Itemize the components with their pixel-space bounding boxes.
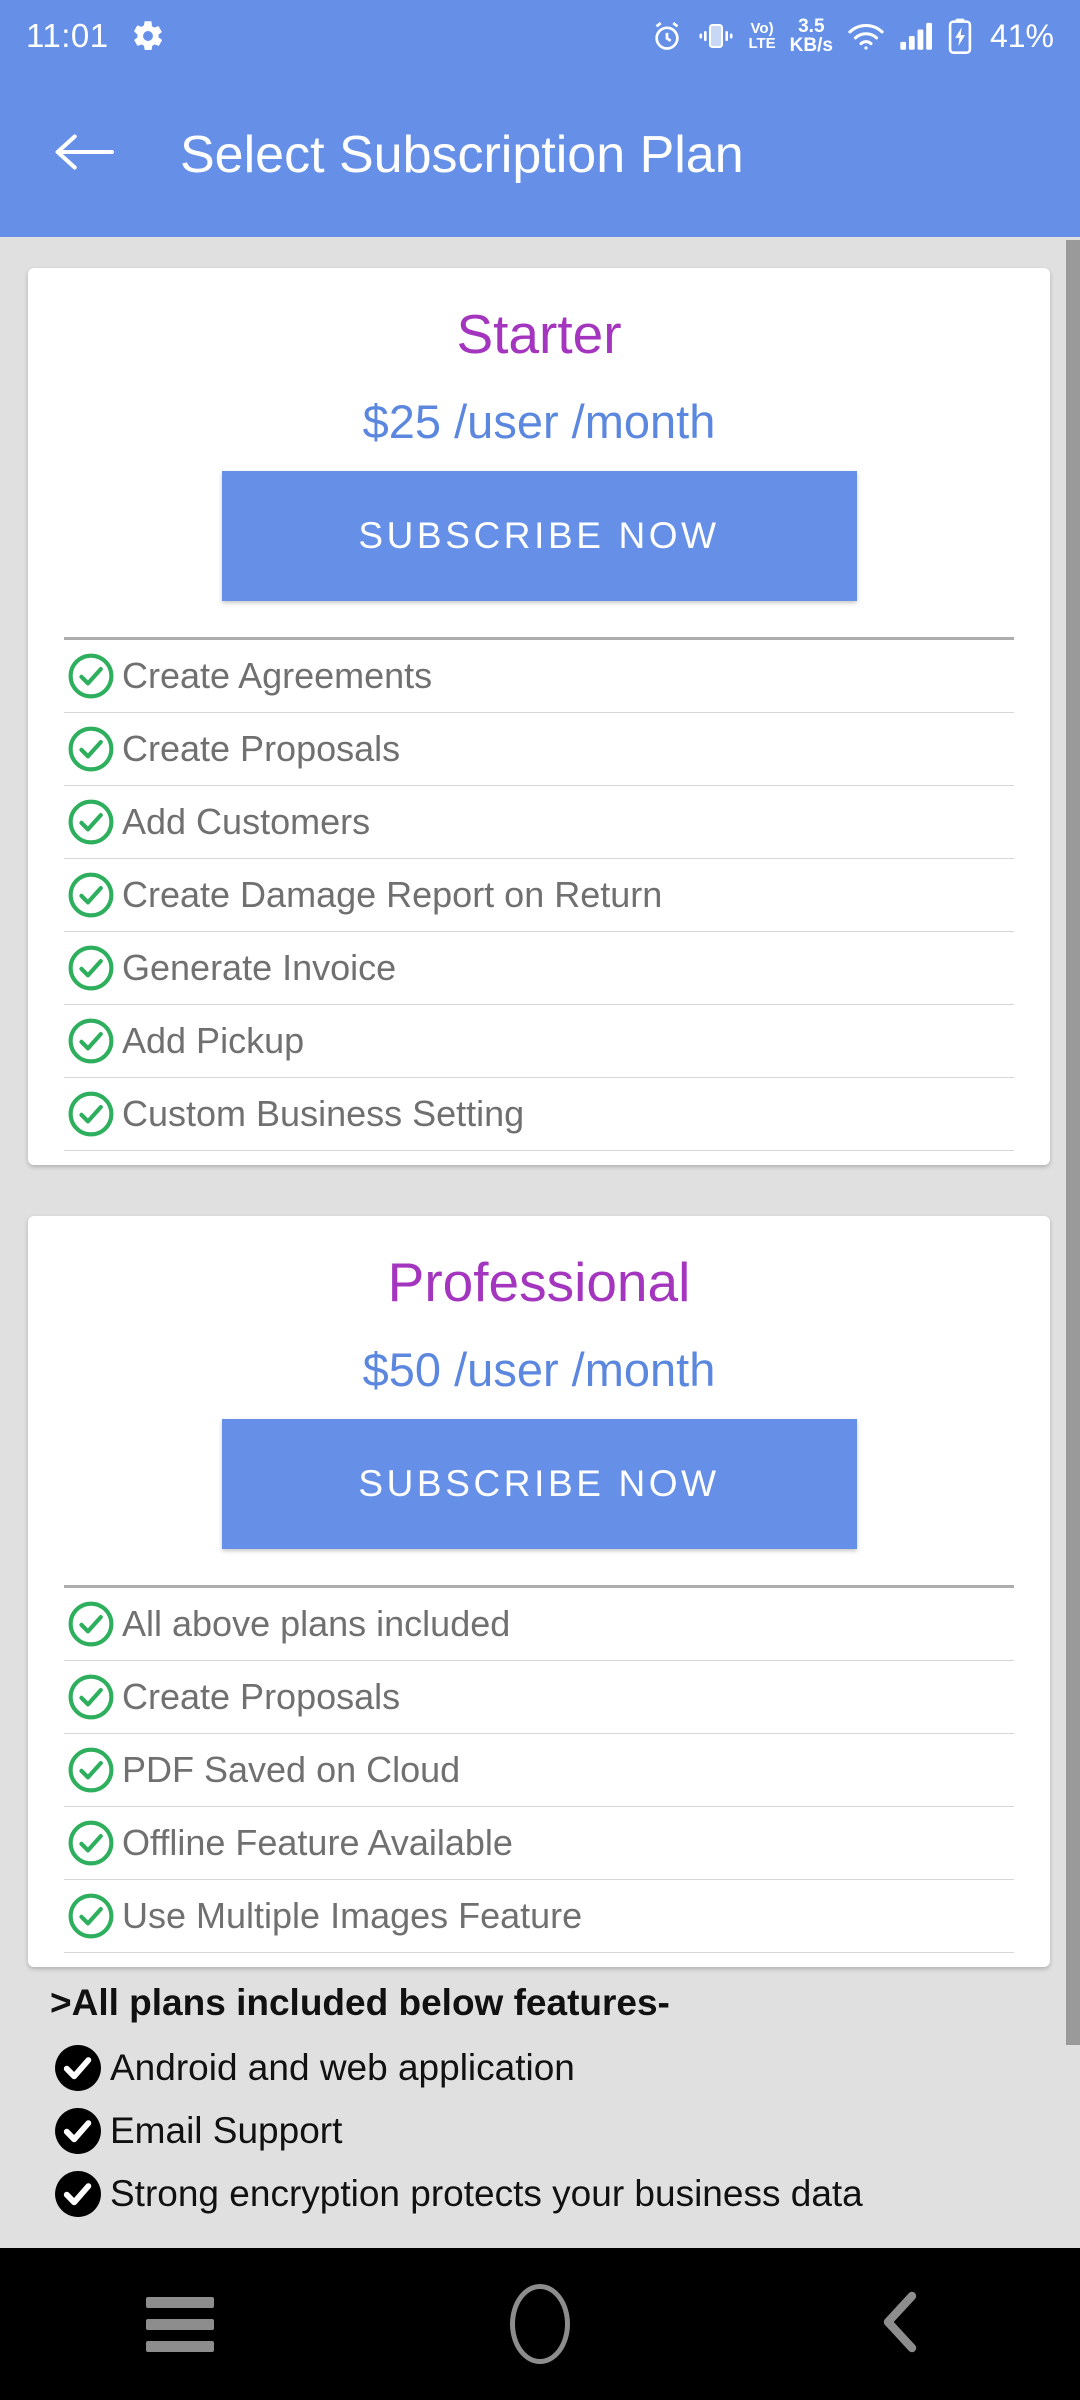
subscribe-button-wrap: SUBSCRIBE NOW bbox=[28, 1397, 1050, 1549]
system-nav-bar bbox=[0, 2248, 1080, 2400]
plan-title: Professional bbox=[387, 1251, 691, 1313]
wifi-icon bbox=[847, 21, 885, 51]
feature-label: Use Multiple Images Feature bbox=[122, 1895, 583, 1936]
volte-top-text: Vo) bbox=[750, 20, 774, 37]
feature-label: Add Pickup bbox=[122, 1020, 305, 1061]
check-circle-icon bbox=[64, 1889, 118, 1943]
feature-row: All above plans included bbox=[64, 1588, 1014, 1661]
check-filled-icon bbox=[50, 2040, 106, 2096]
arrow-left-icon bbox=[53, 129, 115, 180]
all-plans-section: >All plans included below features- Andr… bbox=[50, 1982, 1040, 2225]
feature-label: PDF Saved on Cloud bbox=[122, 1749, 461, 1790]
feature-label: Create Proposals bbox=[122, 1676, 401, 1717]
check-circle-icon bbox=[64, 649, 118, 703]
check-circle-icon bbox=[64, 1670, 118, 1724]
feature-row: Create Proposals bbox=[64, 1661, 1014, 1734]
subscribe-now-button[interactable]: SUBSCRIBE NOW bbox=[221, 1419, 857, 1549]
status-bar-left: 11:01 bbox=[26, 17, 165, 55]
all-plans-item: Android and web application bbox=[50, 2036, 1040, 2099]
feature-label: Create Damage Report on Return bbox=[122, 874, 663, 915]
network-speed-value: 3.5 bbox=[798, 15, 825, 37]
volte-bottom-text: LTE bbox=[748, 35, 776, 52]
check-circle-icon bbox=[64, 722, 118, 776]
feature-list: Create Agreements Create Proposals Add C… bbox=[64, 637, 1014, 1151]
feature-label: Generate Invoice bbox=[122, 947, 397, 988]
all-plans-heading: >All plans included below features- bbox=[50, 1982, 670, 2023]
card-bottom-padding bbox=[28, 1151, 1050, 1165]
all-plans-item-label: Android and web application bbox=[110, 2046, 575, 2088]
system-back-button[interactable] bbox=[720, 2248, 1080, 2400]
feature-label: Custom Business Setting bbox=[122, 1093, 525, 1134]
vibrate-icon bbox=[698, 20, 734, 52]
feature-label: Offline Feature Available bbox=[122, 1822, 513, 1863]
feature-row: Use Multiple Images Feature bbox=[64, 1880, 1014, 1953]
check-filled-icon bbox=[50, 2103, 106, 2159]
chevron-left-icon bbox=[878, 2290, 922, 2359]
plans-scroll-area[interactable]: Starter $25 /user /month SUBSCRIBE NOW C… bbox=[0, 237, 1080, 2248]
feature-label: Create Agreements bbox=[122, 655, 433, 696]
subscribe-now-button[interactable]: SUBSCRIBE NOW bbox=[221, 471, 857, 601]
back-button[interactable] bbox=[50, 121, 118, 189]
check-circle-icon bbox=[64, 868, 118, 922]
page-title: Select Subscription Plan bbox=[180, 125, 744, 184]
feature-row: PDF Saved on Cloud bbox=[64, 1734, 1014, 1807]
all-plans-item: Email Support bbox=[50, 2099, 1040, 2162]
gear-icon bbox=[131, 19, 165, 53]
check-circle-icon bbox=[64, 1087, 118, 1141]
phone-screen: 11:01 Vo) LTE 3.5 KB/s 41% Select Subscr… bbox=[0, 0, 1080, 2400]
check-circle-icon bbox=[64, 1743, 118, 1797]
app-bar: Select Subscription Plan bbox=[0, 72, 1080, 237]
check-circle-icon bbox=[64, 795, 118, 849]
all-plans-item: Strong encryption protects your business… bbox=[50, 2162, 1040, 2225]
feature-row: Custom Business Setting bbox=[64, 1078, 1014, 1151]
feature-row: Add Customers bbox=[64, 786, 1014, 859]
card-bottom-padding bbox=[28, 1953, 1050, 1967]
all-plans-item-label: Strong encryption protects your business… bbox=[110, 2172, 863, 2214]
feature-label: All above plans included bbox=[122, 1603, 511, 1644]
feature-row: Offline Feature Available bbox=[64, 1807, 1014, 1880]
battery-charging-icon bbox=[947, 18, 973, 54]
plan-price: $25 /user /month bbox=[362, 395, 716, 448]
feature-label: Create Proposals bbox=[122, 728, 401, 769]
status-clock: 11:01 bbox=[26, 17, 109, 54]
check-circle-icon bbox=[64, 1816, 118, 1870]
status-bar-right: Vo) LTE 3.5 KB/s 41% bbox=[650, 15, 1054, 56]
home-button[interactable] bbox=[360, 2248, 720, 2400]
check-circle-icon bbox=[64, 1014, 118, 1068]
check-circle-icon bbox=[64, 1597, 118, 1651]
feature-label: Add Customers bbox=[122, 801, 371, 842]
menu-recents-icon bbox=[146, 2296, 214, 2352]
network-speed-indicator: 3.5 KB/s bbox=[789, 15, 833, 56]
home-circle-icon bbox=[510, 2284, 570, 2364]
scrollbar[interactable] bbox=[1066, 240, 1080, 2045]
feature-row: Create Proposals bbox=[64, 713, 1014, 786]
status-bar: 11:01 Vo) LTE 3.5 KB/s 41% bbox=[0, 0, 1080, 72]
feature-row: Add Pickup bbox=[64, 1005, 1014, 1078]
alarm-clock-icon bbox=[650, 19, 684, 53]
cellular-signal-icon bbox=[899, 21, 933, 51]
plan-title: Starter bbox=[456, 303, 622, 365]
feature-row: Create Agreements bbox=[64, 640, 1014, 713]
feature-row: Generate Invoice bbox=[64, 932, 1014, 1005]
network-speed-unit: KB/s bbox=[789, 35, 833, 56]
check-circle-icon bbox=[64, 941, 118, 995]
feature-row: Create Damage Report on Return bbox=[64, 859, 1014, 932]
scrollbar-thumb[interactable] bbox=[1066, 240, 1080, 2045]
feature-list: All above plans included Create Proposal… bbox=[64, 1585, 1014, 1953]
all-plans-item-label: Email Support bbox=[110, 2109, 343, 2151]
battery-percent-label: 41% bbox=[989, 17, 1054, 54]
check-filled-icon bbox=[50, 2166, 106, 2222]
volte-icon: Vo) LTE bbox=[748, 21, 775, 51]
plan-card-professional[interactable]: Professional $50 /user /month SUBSCRIBE … bbox=[28, 1216, 1050, 1967]
plan-price: $50 /user /month bbox=[362, 1343, 716, 1396]
recents-button[interactable] bbox=[0, 2248, 360, 2400]
subscribe-button-wrap: SUBSCRIBE NOW bbox=[28, 449, 1050, 601]
plan-card-starter[interactable]: Starter $25 /user /month SUBSCRIBE NOW C… bbox=[28, 268, 1050, 1165]
